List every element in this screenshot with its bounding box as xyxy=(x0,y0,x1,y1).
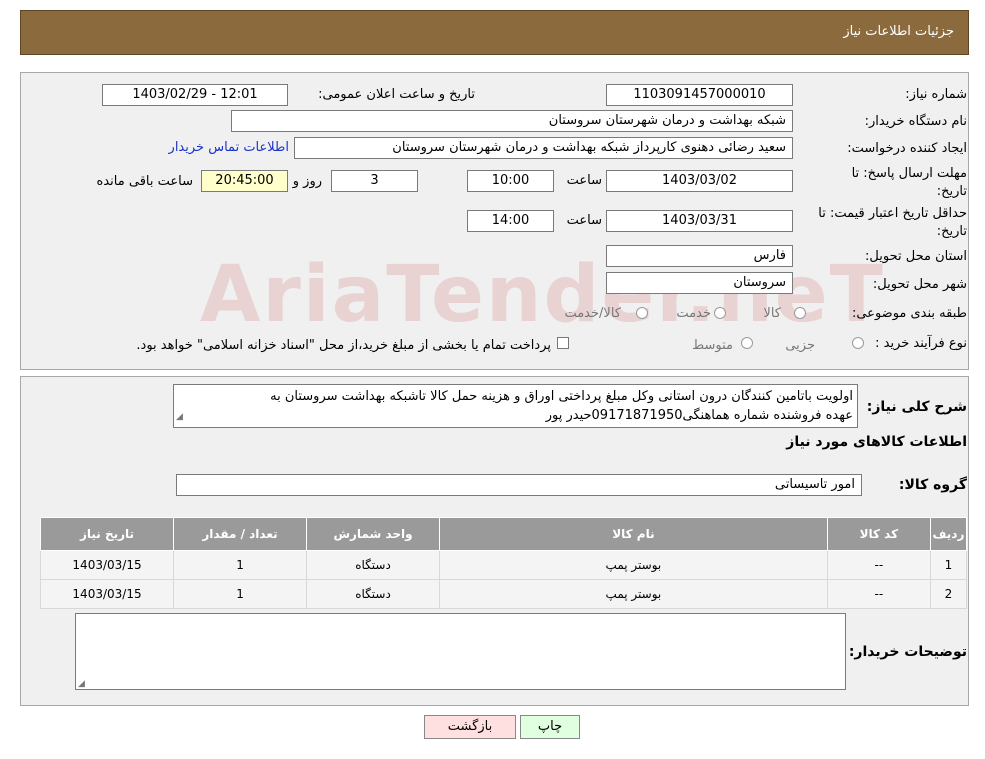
radio-goods-service-label: کالا/خدمت xyxy=(564,306,621,321)
notes-textarea[interactable]: ◢ xyxy=(75,613,846,690)
days-word: روز و xyxy=(292,174,322,189)
cell-code: -- xyxy=(826,550,931,580)
table-row: 1403/03/15 1 دستگاه بوستر پمپ -- 2 xyxy=(39,579,968,609)
radio-medium[interactable] xyxy=(741,337,753,349)
description-label: شرح کلی نیاز: xyxy=(866,399,967,415)
radio-medium-label: متوسط xyxy=(692,338,733,353)
announce-field: 1403/02/29 - 12:01 xyxy=(102,84,288,106)
back-button[interactable]: بازگشت xyxy=(424,715,516,739)
col-row: ردیف xyxy=(929,517,968,551)
cell-date: 1403/03/15 xyxy=(39,579,175,609)
need-number-label: شماره نیاز: xyxy=(905,87,967,102)
items-table: تاریخ نیاز تعداد / مقدار واحد شمارش نام … xyxy=(39,517,968,609)
province-field: فارس xyxy=(606,245,793,267)
validity-label-2: تاریخ: xyxy=(936,224,967,239)
remaining-time-field: 20:45:00 xyxy=(201,170,288,192)
deadline-date-field: 1403/03/02 xyxy=(606,170,793,192)
treasury-checkbox[interactable] xyxy=(557,337,569,349)
cell-name: بوستر پمپ xyxy=(439,550,828,580)
radio-partial[interactable] xyxy=(852,337,864,349)
validity-time-field: 14:00 xyxy=(467,210,554,232)
radio-goods[interactable] xyxy=(794,307,806,319)
col-qty: تعداد / مقدار xyxy=(173,517,308,551)
cell-code: -- xyxy=(826,579,931,609)
payment-note: پرداخت تمام یا بخشی از مبلغ خرید،از محل … xyxy=(136,338,551,353)
radio-goods-service[interactable] xyxy=(636,307,648,319)
category-label: طبقه بندی موضوعی: xyxy=(851,306,967,321)
col-unit: واحد شمارش xyxy=(306,517,441,551)
radio-partial-label: جزیی xyxy=(785,338,815,353)
radio-goods-label: کالا xyxy=(763,306,781,321)
province-label: استان محل تحویل: xyxy=(865,249,967,264)
remaining-word: ساعت باقی مانده xyxy=(96,174,193,189)
radio-service[interactable] xyxy=(714,307,726,319)
city-label: شهر محل تحویل: xyxy=(872,277,967,292)
creator-field: سعید رضائی دهنوی کارپرداز شبکه بهداشت و … xyxy=(294,137,793,159)
cell-row: 1 xyxy=(929,550,968,580)
validity-time-word: ساعت xyxy=(566,213,602,228)
validity-label-1: حداقل تاریخ اعتبار قیمت: تا xyxy=(818,206,967,221)
cell-date: 1403/03/15 xyxy=(39,550,175,580)
description-line2: عهده فروشنده شماره هماهنگی09171871950حید… xyxy=(545,408,853,423)
city-field: سروستان xyxy=(606,272,793,294)
creator-label: ایجاد کننده درخواست: xyxy=(847,141,967,156)
cell-name: بوستر پمپ xyxy=(439,579,828,609)
deadline-label-1: مهلت ارسال پاسخ: تا xyxy=(851,166,967,181)
page-header: جزئیات اطلاعات نیاز xyxy=(20,10,969,55)
radio-service-label: خدمت xyxy=(676,306,711,321)
notes-label: توضیحات خریدار: xyxy=(848,644,967,660)
cell-qty: 1 xyxy=(173,550,308,580)
page-title: جزئیات اطلاعات نیاز xyxy=(843,24,954,39)
deadline-time-word: ساعت xyxy=(566,173,602,188)
resize-handle-icon[interactable]: ◢ xyxy=(78,679,85,689)
col-need-date: تاریخ نیاز xyxy=(39,517,175,551)
cell-row: 2 xyxy=(929,579,968,609)
announce-label: تاریخ و ساعت اعلان عمومی: xyxy=(318,87,475,102)
group-label: گروه کالا: xyxy=(898,477,967,493)
group-field: امور تاسیساتی xyxy=(176,474,862,496)
col-code: کد کالا xyxy=(826,517,931,551)
cell-unit: دستگاه xyxy=(306,550,441,580)
description-line1: اولویت باتامین کنندگان درون استانی وکل م… xyxy=(270,389,853,404)
resize-handle-icon[interactable]: ◢ xyxy=(176,408,183,427)
contact-buyer-link[interactable]: اطلاعات تماس خریدار xyxy=(169,140,289,155)
cell-unit: دستگاه xyxy=(306,579,441,609)
deadline-label-2: تاریخ: xyxy=(936,184,967,199)
col-name: نام کالا xyxy=(439,517,828,551)
process-label: نوع فرآیند خرید : xyxy=(875,336,967,351)
table-row: 1403/03/15 1 دستگاه بوستر پمپ -- 1 xyxy=(39,550,968,580)
cell-qty: 1 xyxy=(173,579,308,609)
validity-date-field: 1403/03/31 xyxy=(606,210,793,232)
print-button[interactable]: چاپ xyxy=(520,715,580,739)
description-textarea[interactable]: اولویت باتامین کنندگان درون استانی وکل م… xyxy=(173,384,858,428)
buyer-org-field: شبکه بهداشت و درمان شهرستان سروستان xyxy=(231,110,793,132)
buyer-org-label: نام دستگاه خریدار: xyxy=(864,114,967,129)
deadline-time-field: 10:00 xyxy=(467,170,554,192)
items-section-title: اطلاعات کالاهای مورد نیاز xyxy=(786,434,967,450)
need-number-field: 1103091457000010 xyxy=(606,84,793,106)
days-field: 3 xyxy=(331,170,418,192)
